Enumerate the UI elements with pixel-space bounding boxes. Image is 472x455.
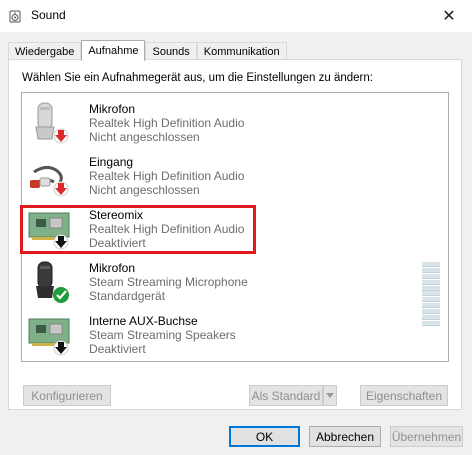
list-item[interactable]: Eingang Realtek High Definition Audio Ni…: [22, 150, 448, 202]
chevron-down-icon: [326, 393, 334, 398]
device-driver: Steam Streaming Microphone: [89, 275, 248, 289]
instruction-text: Wählen Sie ein Aufnahmegerät aus, um die…: [22, 72, 373, 84]
set-default-button[interactable]: Als Standard: [249, 385, 323, 406]
speaker-icon: [9, 10, 21, 23]
tab-strip: Wiedergabe Aufnahme Sounds Kommunikation: [8, 40, 287, 61]
apply-button[interactable]: Übernehmen: [390, 426, 463, 447]
title-bar: Sound ✕: [0, 0, 472, 32]
cancel-button[interactable]: Abbrechen: [309, 426, 381, 447]
device-status: Deaktiviert: [89, 342, 146, 356]
device-name: Mikrofon: [89, 102, 136, 116]
microphone-icon: [35, 102, 69, 144]
device-driver: Steam Streaming Speakers: [89, 328, 236, 342]
sound-card-icon: [28, 318, 70, 356]
set-default-dropdown[interactable]: [323, 385, 337, 406]
configure-button[interactable]: Konfigurieren: [23, 385, 111, 406]
device-name: Interne AUX-Buchse: [89, 314, 198, 328]
highlight-box: [20, 205, 256, 254]
close-button[interactable]: ✕: [426, 0, 472, 32]
list-item[interactable]: Interne AUX-Buchse Steam Streaming Speak…: [22, 309, 448, 361]
window-title: Sound: [31, 8, 66, 22]
ok-button[interactable]: OK: [229, 426, 300, 447]
device-status: Nicht angeschlossen: [89, 183, 200, 197]
device-driver: Realtek High Definition Audio: [89, 116, 245, 130]
device-name: Mikrofon: [89, 261, 136, 275]
list-item[interactable]: Mikrofon Steam Streaming Microphone Stan…: [22, 256, 448, 308]
tab-aufnahme[interactable]: Aufnahme: [81, 40, 146, 61]
close-icon: ✕: [442, 8, 456, 25]
device-status: Nicht angeschlossen: [89, 130, 200, 144]
device-status: Standardgerät: [89, 289, 166, 303]
device-driver: Realtek High Definition Audio: [89, 169, 245, 183]
level-meter: [422, 262, 440, 326]
device-name: Eingang: [89, 155, 134, 169]
microphone-icon: [36, 261, 69, 303]
list-item[interactable]: Mikrofon Realtek High Definition Audio N…: [22, 97, 448, 149]
properties-button[interactable]: Eigenschaften: [360, 385, 448, 406]
line-in-cable-icon: [30, 165, 69, 197]
